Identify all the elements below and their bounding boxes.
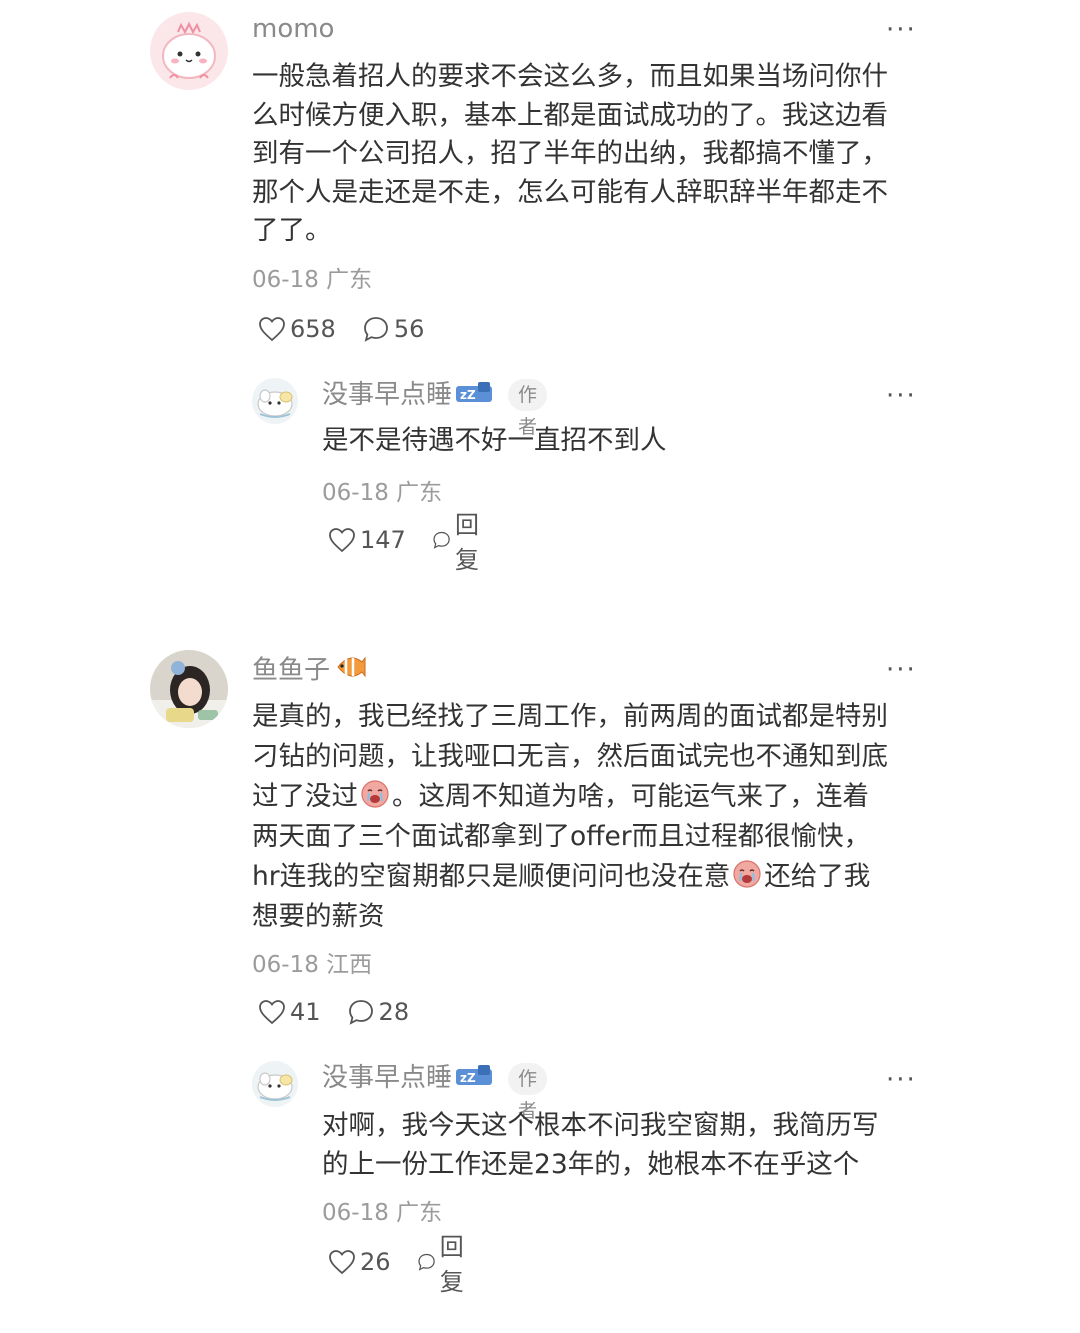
comment-line-part: 过了没过 bbox=[252, 781, 358, 812]
reply-date-location: 06-18 广东 bbox=[322, 1200, 443, 1226]
comment-line-part: 。这周不知道为啥，可能运气来了，连着 bbox=[392, 781, 869, 812]
reply-label: 回复 bbox=[454, 511, 479, 574]
username[interactable]: 没事早点睡 zZ bbox=[322, 379, 493, 412]
more-options-button[interactable]: ··· bbox=[886, 657, 917, 683]
avatar-yuyuzi[interactable] bbox=[150, 650, 228, 728]
username-text[interactable]: 没事早点睡 bbox=[322, 380, 452, 410]
username[interactable]: momo bbox=[252, 13, 334, 45]
comment-date-location: 06-18 广东 bbox=[252, 267, 373, 293]
avatar-author[interactable] bbox=[252, 378, 298, 424]
like-count: 147 bbox=[360, 526, 406, 554]
comment-bubble-icon bbox=[348, 1000, 373, 1025]
comment-line: 想要的薪资 bbox=[252, 901, 385, 932]
comment-line: 那个人是走还是不走，怎么可能有人辞职辞半年都走不 bbox=[252, 176, 888, 208]
heart-icon bbox=[329, 1250, 355, 1275]
comment-bubble-icon bbox=[433, 531, 450, 549]
comment-line: 是真的，我已经找了三周工作，前两周的面试都是特别 bbox=[252, 701, 888, 732]
like-button[interactable]: 26 bbox=[328, 1248, 391, 1276]
like-button[interactable]: 41 bbox=[258, 998, 321, 1026]
crying-face-emoji-icon bbox=[361, 780, 389, 808]
username-text[interactable]: 没事早点睡 bbox=[322, 1063, 452, 1093]
comment-bubble-icon bbox=[417, 1253, 435, 1271]
comment-line: 么时候方便入职，基本上都是面试成功的了。我这边看 bbox=[252, 99, 888, 131]
comment-line: 刁钻的问题，让我哑口无言，然后面试完也不通知到底 bbox=[252, 741, 888, 772]
cartoon-animal-avatar-icon bbox=[252, 378, 298, 424]
comment-line-part: 还给了我 bbox=[764, 861, 871, 892]
heart-icon bbox=[259, 317, 285, 342]
svg-text:zZ: zZ bbox=[460, 388, 476, 402]
author-badge: 作者 bbox=[508, 1063, 548, 1122]
reply-count: 56 bbox=[393, 315, 425, 343]
comment-line: 两天面了三个面试都拿到了offer而且过程都很愉快， bbox=[252, 821, 871, 852]
like-button[interactable]: 658 bbox=[258, 315, 336, 343]
comment-actions: 658 56 bbox=[258, 314, 424, 344]
reply-date-location: 06-18 广东 bbox=[322, 480, 443, 506]
cartoon-animal-avatar-icon bbox=[252, 1061, 298, 1107]
reply-line: 是不是待遇不好一直招不到人 bbox=[322, 425, 667, 456]
reply-button[interactable]: 回复 bbox=[432, 505, 488, 575]
like-count: 41 bbox=[290, 998, 321, 1026]
avatar-momo[interactable] bbox=[150, 12, 228, 90]
comment-actions: 41 28 bbox=[258, 997, 409, 1027]
more-options-button[interactable]: ··· bbox=[886, 383, 917, 409]
comment-line: hr连我的空窗期都只是顺便问问也没在意 还给了我 bbox=[252, 857, 888, 897]
svg-text:zZ: zZ bbox=[460, 1071, 476, 1085]
sleep-zzz-emoji-icon: zZ bbox=[456, 1063, 493, 1095]
like-count: 658 bbox=[290, 315, 336, 343]
comment-body: 是真的，我已经找了三周工作，前两周的面试都是特别 刁钻的问题，让我哑口无言，然后… bbox=[252, 697, 888, 937]
heart-icon bbox=[259, 1000, 285, 1025]
comment-bubble-icon bbox=[363, 317, 388, 342]
author-badge: 作者 bbox=[508, 379, 548, 438]
reply-count-button[interactable]: 56 bbox=[362, 315, 425, 343]
comment-date-location: 06-18 江西 bbox=[252, 952, 373, 978]
reply-line: 的上一份工作还是23年的，她根本不在乎这个 bbox=[322, 1148, 860, 1180]
reply-body: 是不是待遇不好一直招不到人 bbox=[322, 422, 667, 461]
username-text[interactable]: momo bbox=[252, 14, 334, 44]
more-options-button[interactable]: ··· bbox=[886, 17, 917, 43]
reply-actions: 26 回复 bbox=[328, 1233, 473, 1296]
reply-button[interactable]: 回复 bbox=[417, 1227, 473, 1297]
like-count: 26 bbox=[360, 1248, 391, 1276]
more-options-button[interactable]: ··· bbox=[886, 1067, 917, 1093]
comment-line: 到有一个公司招人，招了半年的出纳，我都搞不懂了， bbox=[252, 138, 888, 169]
reply-label: 回复 bbox=[439, 1233, 464, 1296]
tropical-fish-emoji-icon bbox=[334, 652, 366, 690]
username[interactable]: 没事早点睡 zZ bbox=[322, 1062, 493, 1095]
reply-line: 对啊，我今天这个根本不问我空窗期，我简历写 bbox=[322, 1110, 879, 1141]
avatar-author[interactable] bbox=[252, 1061, 298, 1107]
comment-line: 过了没过 。这周不知道为啥，可能运气来了，连着 bbox=[252, 777, 888, 817]
girl-photo-avatar-icon bbox=[150, 650, 228, 728]
pink-cat-avatar-icon bbox=[150, 12, 228, 90]
like-button[interactable]: 147 bbox=[328, 526, 406, 554]
sleep-zzz-emoji-icon: zZ bbox=[456, 380, 493, 412]
crying-face-emoji-icon bbox=[733, 860, 761, 888]
comment-line: 一般急着招人的要求不会这么多，而且如果当场问你什 bbox=[252, 61, 888, 92]
heart-icon bbox=[329, 528, 355, 553]
comment-body: 一般急着招人的要求不会这么多，而且如果当场问你什 么时候方便入职，基本上都是面试… bbox=[252, 58, 888, 251]
reply-body: 对啊，我今天这个根本不问我空窗期，我简历写 的上一份工作还是23年的，她根本不在… bbox=[322, 1107, 879, 1184]
username[interactable]: 鱼鱼子 bbox=[252, 652, 366, 690]
reply-count: 28 bbox=[378, 998, 410, 1026]
comment-line: 了了。 bbox=[252, 215, 332, 246]
username-text[interactable]: 鱼鱼子 bbox=[252, 656, 330, 686]
reply-actions: 147 回复 bbox=[328, 511, 488, 574]
comment-line-part: hr连我的空窗期都只是顺便问问也没在意 bbox=[252, 861, 731, 892]
reply-count-button[interactable]: 28 bbox=[347, 998, 410, 1026]
